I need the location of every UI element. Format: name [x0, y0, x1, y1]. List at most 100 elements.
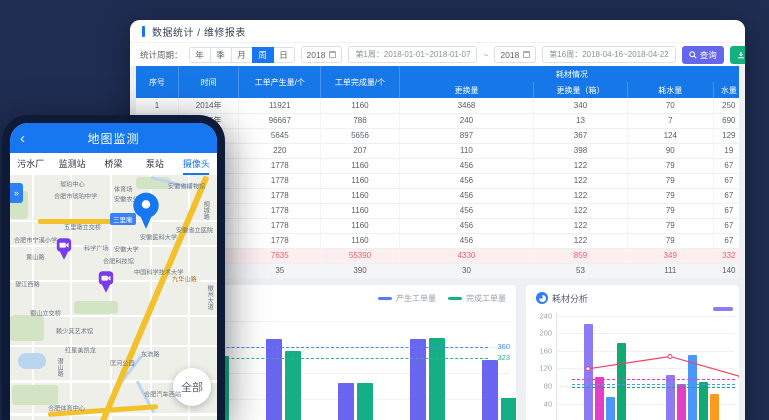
table-cell: 67	[713, 233, 739, 248]
produce-bar[interactable]	[482, 360, 498, 420]
table-cell: 90	[627, 143, 713, 158]
legend-label: 产生工单量	[396, 293, 436, 304]
sub-column-header: 耗水量	[627, 82, 713, 98]
phone-tab-bar: 污水厂监测站桥梁泵站摄像头	[10, 153, 217, 175]
map-place-label: 徽州大道	[204, 285, 214, 310]
reference-line-label: 323	[497, 354, 510, 363]
table-cell: 1778	[239, 158, 321, 173]
year-start-select[interactable]: 2018	[301, 46, 343, 63]
map-place-label: 安徽大学	[114, 244, 139, 254]
table-cell: 67	[713, 158, 739, 173]
table-cell: 35	[239, 263, 321, 278]
column-header: 工单产生量/个	[239, 66, 321, 98]
table-cell: 1160	[321, 218, 400, 233]
period-option-日[interactable]: 日	[273, 47, 295, 63]
complete-bar[interactable]	[357, 383, 373, 420]
table-cell: 67	[713, 173, 739, 188]
period-option-月[interactable]: 月	[231, 47, 253, 63]
produce-bar[interactable]	[338, 383, 354, 420]
map-road	[10, 413, 217, 416]
map-place-label: 蜀山立交桥	[30, 308, 61, 318]
complete-bar[interactable]	[429, 338, 445, 420]
table-cell: 79	[627, 233, 713, 248]
week-range-start[interactable]: 第1周：2018-01-01~2018-01-07	[348, 46, 477, 63]
table-cell: 129	[713, 128, 739, 143]
period-segmented-control: 年季月周日	[189, 47, 295, 63]
table-cell: 1778	[239, 173, 321, 188]
legend-item[interactable]: 完成工单量	[448, 293, 506, 304]
selected-marker-pin[interactable]	[130, 191, 162, 236]
table-cell: 111	[627, 263, 713, 278]
phone-tab-泵站[interactable]: 泵站	[134, 153, 175, 175]
table-cell: 250	[713, 98, 739, 113]
query-button[interactable]: 查询	[682, 46, 724, 64]
table-head: 序号时间工单产生量/个工单完成量/个耗材情况更换量更换量（箱）耗水量水量	[136, 66, 739, 98]
table-cell: 1778	[239, 233, 321, 248]
phone-tab-摄像头[interactable]: 摄像头	[176, 153, 217, 175]
complete-bar[interactable]	[501, 398, 516, 420]
total-row: 合计7635553904330859349332	[136, 248, 739, 263]
table-cell: 897	[399, 128, 533, 143]
all-filter-button[interactable]: 全部	[173, 368, 211, 406]
period-option-年[interactable]: 年	[189, 47, 211, 63]
table-cell: 390	[321, 263, 400, 278]
period-option-周[interactable]: 周	[252, 47, 274, 63]
table-cell: 7635	[239, 248, 321, 263]
table-cell: 5656	[321, 128, 400, 143]
legend-item[interactable]: 产生工单量	[378, 293, 436, 304]
map-park	[74, 301, 118, 314]
sub-column-header: 更换量	[399, 82, 533, 98]
map-park	[12, 385, 58, 405]
map-place-label: 五里墩立交桥	[64, 222, 101, 232]
phone-tab-监测站[interactable]: 监测站	[51, 153, 92, 175]
consumable-analysis-chart: 耗材分析 2402001601208040	[526, 285, 739, 420]
report-table-wrap: 序号时间工单产生量/个工单完成量/个耗材情况更换量更换量（箱）耗水量水量1201…	[136, 66, 739, 279]
phone-app-header: ‹ 地图监测	[10, 123, 217, 153]
report-table: 序号时间工单产生量/个工单完成量/个耗材情况更换量更换量（箱）耗水量水量1201…	[136, 66, 739, 279]
map-place-label: 合肥体育中心	[48, 403, 85, 413]
table-cell: 79	[627, 218, 713, 233]
group-header: 耗材情况	[399, 66, 739, 82]
year-end-select[interactable]: 2018	[494, 46, 536, 63]
table-cell: 690	[713, 113, 739, 128]
table-body: 12014年11921116034683407025022015年9666778…	[136, 98, 739, 278]
column-header: 时间	[178, 66, 239, 98]
map-place-label: 九华山路	[172, 274, 197, 284]
produce-bar[interactable]	[410, 339, 426, 420]
produce-bar[interactable]	[266, 339, 282, 420]
legend-label: 完成工单量	[466, 293, 506, 304]
table-cell: 79	[627, 158, 713, 173]
table-cell: 332	[713, 248, 739, 263]
camera-marker-pin[interactable]	[97, 270, 115, 299]
period-label: 统计周期：	[140, 49, 183, 61]
phone-tab-桥梁[interactable]: 桥梁	[93, 153, 134, 175]
map-view[interactable]: 三里庵 » 全部 琥珀中心合肥市琥珀中学体育场安徽农业大学安徽省博物馆桐城路五里…	[10, 175, 217, 420]
map-place-label: 黄山路	[26, 252, 45, 262]
table-cell: 349	[627, 248, 713, 263]
camera-marker-pin[interactable]	[55, 237, 73, 266]
table-row: 12014年119211160346834070250	[136, 98, 739, 113]
phone-tab-污水厂[interactable]: 污水厂	[10, 153, 51, 175]
period-option-季[interactable]: 季	[210, 47, 232, 63]
map-road	[32, 175, 34, 420]
table-cell: 5645	[239, 128, 321, 143]
export-excel-button[interactable]: 导出Excel	[730, 46, 745, 64]
table-cell: 786	[321, 113, 400, 128]
calendar-icon	[523, 51, 530, 58]
back-icon[interactable]: ‹	[20, 131, 25, 146]
table-cell: 3468	[399, 98, 533, 113]
table-row: 42017年2202071103989019	[136, 143, 739, 158]
table-cell: 1	[136, 98, 178, 113]
map-expand-button[interactable]: »	[10, 183, 23, 203]
table-row: 72020年177811604561227967	[136, 188, 739, 203]
table-cell: 367	[534, 128, 628, 143]
week-range-end[interactable]: 第16周：2018-04-16~2018-04-22	[542, 46, 675, 63]
map-place-label: 科学广场	[84, 243, 109, 253]
table-cell: 1778	[239, 218, 321, 233]
map-road	[70, 175, 72, 420]
table-cell: 79	[627, 188, 713, 203]
complete-bar[interactable]	[285, 351, 301, 420]
phone-mockup: ‹ 地图监测 污水厂监测站桥梁泵站摄像头	[2, 115, 225, 420]
sub-column-header: 更换量（箱）	[534, 82, 628, 98]
table-cell: 7	[627, 113, 713, 128]
